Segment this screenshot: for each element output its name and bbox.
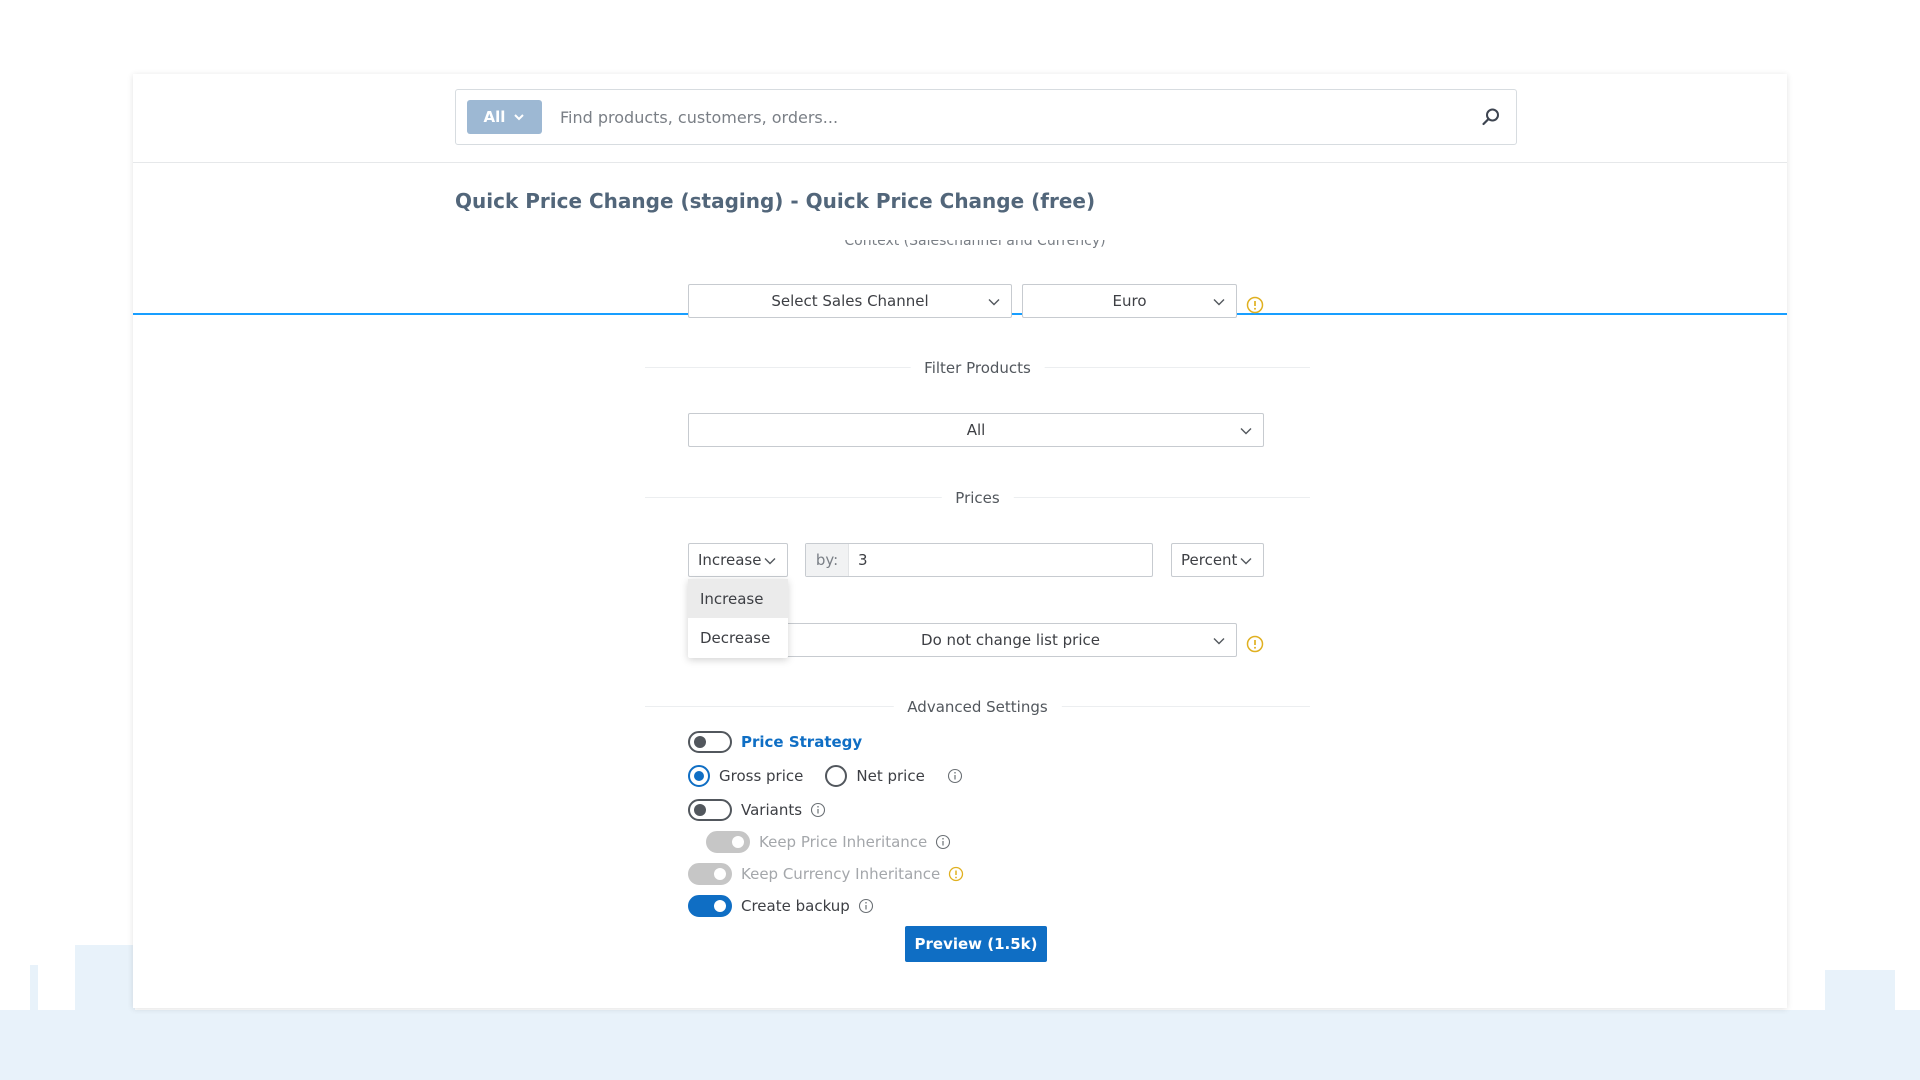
create-backup-toggle[interactable] <box>688 895 732 917</box>
warning-info-icon[interactable] <box>1246 296 1264 314</box>
search-input[interactable] <box>558 106 1466 128</box>
search-type-dropdown[interactable]: All <box>467 100 542 134</box>
prices-label: Prices <box>941 489 1014 507</box>
price-type-row: Gross price Net price <box>688 765 963 787</box>
price-mode-value: Increase <box>698 551 762 569</box>
keep-price-inheritance-toggle[interactable] <box>706 831 750 853</box>
variants-toggle[interactable] <box>688 799 732 821</box>
unit-value: Percent <box>1181 551 1238 569</box>
dropdown-option-increase[interactable]: Increase <box>688 579 788 618</box>
keep-price-inheritance-label: Keep Price Inheritance <box>759 833 928 851</box>
search-icon[interactable] <box>1466 92 1516 142</box>
filter-products-divider: Filter Products <box>645 359 1310 377</box>
gross-price-label: Gross price <box>719 767 804 785</box>
by-amount-input[interactable] <box>849 544 1152 576</box>
background-building <box>75 945 135 1080</box>
by-amount-field: by: <box>805 543 1153 577</box>
info-icon[interactable] <box>810 802 826 818</box>
sales-channel-value: Select Sales Channel <box>771 292 929 310</box>
price-strategy-row: Price Strategy <box>688 731 862 753</box>
filter-products-label: Filter Products <box>910 359 1045 377</box>
advanced-settings-label: Advanced Settings <box>893 698 1062 716</box>
net-price-radio[interactable] <box>825 765 848 787</box>
page-title: Quick Price Change (staging) - Quick Pri… <box>455 189 1096 213</box>
keep-currency-inheritance-row: Keep Currency Inheritance <box>688 863 964 885</box>
keep-currency-inheritance-toggle[interactable] <box>688 863 732 885</box>
price-mode-dropdown: Increase Decrease <box>688 579 788 658</box>
price-mode-select[interactable]: Increase <box>688 543 788 577</box>
filter-products-select[interactable]: All <box>688 413 1264 447</box>
by-prefix: by: <box>806 544 849 576</box>
variants-label: Variants <box>741 801 803 819</box>
info-icon[interactable] <box>858 898 874 914</box>
warning-info-icon[interactable] <box>948 866 964 882</box>
info-icon[interactable] <box>947 768 963 784</box>
gross-price-radio[interactable] <box>688 765 710 787</box>
chevron-down-icon <box>1240 428 1252 435</box>
create-backup-row: Create backup <box>688 895 874 917</box>
chevron-down-icon <box>1213 299 1225 306</box>
sales-channel-select[interactable]: Select Sales Channel <box>688 284 1012 318</box>
background-building <box>30 965 38 1080</box>
keep-currency-inheritance-label: Keep Currency Inheritance <box>741 865 941 883</box>
filter-products-value: All <box>966 421 986 439</box>
dropdown-option-decrease[interactable]: Decrease <box>688 618 788 657</box>
background-skyline <box>0 1010 1920 1080</box>
background-building <box>1825 970 1895 1080</box>
context-section-label: Context (Saleschannel and Currency) <box>720 240 1230 248</box>
currency-value: Euro <box>1112 292 1147 310</box>
advanced-settings-divider: Advanced Settings <box>645 698 1310 716</box>
prices-divider: Prices <box>645 489 1310 507</box>
unit-select[interactable]: Percent <box>1171 543 1264 577</box>
variants-row: Variants <box>688 799 826 821</box>
chevron-down-icon <box>988 299 1000 306</box>
list-price-value: Do not change list price <box>921 631 1100 649</box>
chevron-down-icon <box>1213 638 1225 645</box>
preview-button[interactable]: Preview (1.5k) <box>905 926 1047 962</box>
warning-info-icon[interactable] <box>1246 635 1264 653</box>
global-search: All <box>455 89 1517 145</box>
top-search-bar: All <box>133 74 1787 163</box>
info-icon[interactable] <box>935 834 951 850</box>
chevron-down-icon <box>1240 558 1252 565</box>
price-strategy-label[interactable]: Price Strategy <box>741 733 862 751</box>
create-backup-label: Create backup <box>741 897 850 915</box>
currency-select[interactable]: Euro <box>1022 284 1237 318</box>
context-section-label-text: Context (Saleschannel and Currency) <box>844 240 1106 248</box>
keep-price-inheritance-row: Keep Price Inheritance <box>706 831 951 853</box>
search-type-label: All <box>483 108 506 126</box>
net-price-label: Net price <box>856 767 925 785</box>
chevron-down-icon <box>764 558 776 565</box>
chevron-down-icon <box>514 114 525 121</box>
price-strategy-toggle[interactable] <box>688 731 732 753</box>
